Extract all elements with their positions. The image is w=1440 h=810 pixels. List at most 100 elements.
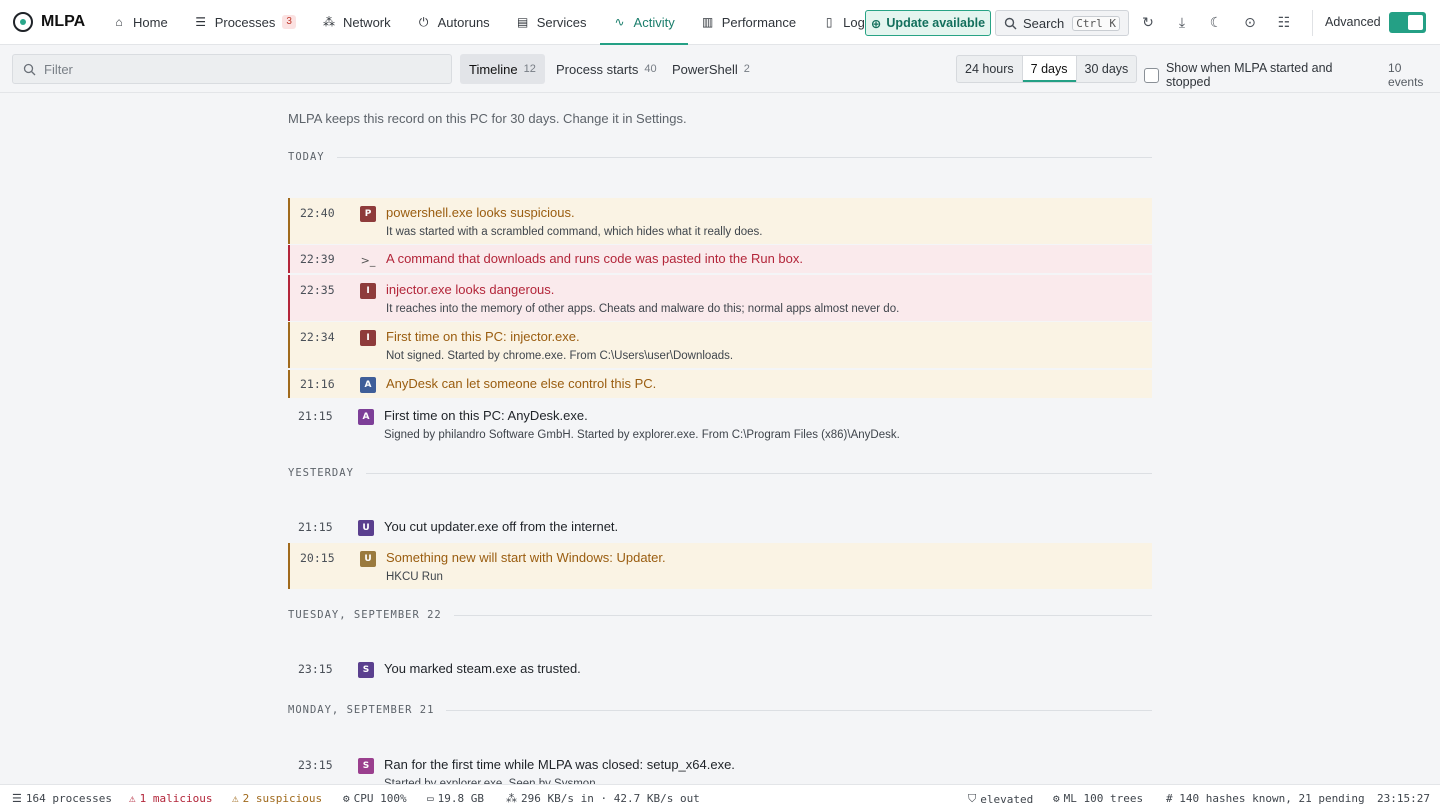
show-start-stop-toggle[interactable]: Show when MLPA started and stopped 10 ev… — [1144, 61, 1440, 89]
time-range-selector: 24 hours 7 days 30 days — [956, 55, 1138, 83]
event-time: 22:39 — [300, 252, 335, 266]
home-icon: ⌂ — [115, 15, 123, 29]
nav-services[interactable]: ▤ Services — [503, 0, 600, 44]
moon-icon[interactable]: ☾ — [1206, 12, 1226, 32]
filter-input[interactable] — [44, 61, 424, 77]
day-header: YESTERDAY — [288, 467, 1152, 479]
timeline-event[interactable]: 22:40 Ppowershell.exe looks suspicious. It… — [288, 198, 1152, 244]
day-divider — [365, 472, 1152, 474]
nav-activity[interactable]: ∿ Activity — [599, 0, 688, 45]
nav-processes[interactable]: ☰ Processes 3 — [181, 0, 309, 44]
tab-label: PowerShell — [672, 61, 738, 77]
tab-powershell[interactable]: PowerShell 2 — [663, 54, 759, 84]
advanced-toggle[interactable] — [1389, 12, 1426, 33]
clock: 23:15:27 — [1377, 792, 1430, 805]
search-button[interactable]: Search Ctrl K — [995, 10, 1129, 36]
app-icon: I — [360, 330, 376, 346]
update-label: Update available — [886, 16, 986, 30]
timeline-event[interactable]: 23:15 S Ran for the first time while MLPA … — [288, 750, 1152, 784]
memory-icon: ▭ — [427, 792, 434, 805]
timeline-event[interactable]: 22:35 Iinjector.exe looks dangerous. It re… — [288, 275, 1152, 321]
timeline-event[interactable]: 21:16 A AnyDesk can let someone else contr… — [288, 370, 1152, 398]
shield-icon: ⛉ — [968, 792, 977, 805]
terminal-icon: >_ — [360, 253, 376, 267]
cpu-usage: ⚙ CPU 100% — [343, 792, 407, 805]
event-title: First time on this PC: AnyDesk.exe. — [384, 408, 588, 423]
download-icon[interactable]: ⤓ — [1172, 12, 1192, 32]
toggle-icon[interactable]: ⊙ — [1240, 12, 1260, 32]
tab-process-starts[interactable]: Process starts 40 — [547, 54, 666, 84]
event-detail: HKCU Run — [386, 571, 443, 583]
activity-icon: ∿ — [614, 15, 625, 29]
sliders-icon[interactable]: ☷ — [1274, 12, 1294, 32]
tab-count: 12 — [523, 63, 536, 75]
event-title: powershell.exe looks suspicious. — [386, 205, 575, 220]
malicious-count[interactable]: ⚠ 1 malicious — [129, 792, 212, 805]
day-divider — [446, 709, 1152, 711]
nav-label: Network — [342, 14, 391, 30]
filter-field[interactable] — [12, 54, 452, 84]
network-throughput: ⁂ 296 KB/s in · 42.7 KB/s out — [506, 792, 700, 805]
nav-label: Activity — [633, 14, 675, 30]
day-header: TODAY — [288, 151, 1152, 163]
day-divider — [453, 614, 1152, 616]
timeline-event[interactable]: 22:34 I First time on this PC: injector.ex… — [288, 322, 1152, 368]
event-detail: Signed by philandro Software GmbH. Start… — [384, 429, 900, 441]
network-icon: ⁂ — [322, 15, 335, 29]
refresh-icon[interactable]: ↻ — [1138, 12, 1158, 32]
app-icon: P — [360, 206, 376, 222]
tab-label: Timeline — [469, 61, 518, 77]
warning-icon: ⚠ — [232, 792, 239, 805]
nav-label: Processes — [214, 14, 276, 30]
nav-label: Autoruns — [437, 14, 490, 30]
show-start-stop-checkbox[interactable] — [1144, 67, 1159, 83]
range-30-days[interactable]: 30 days — [1077, 56, 1137, 82]
event-detail: Not signed. Started by chrome.exe. From … — [386, 350, 734, 362]
event-title: AnyDesk can let someone else control thi… — [386, 376, 657, 391]
timeline-event[interactable]: 20:15 U Something new will start with Wind… — [288, 543, 1152, 589]
tab-timeline[interactable]: Timeline 12 — [460, 54, 545, 84]
timeline-event[interactable]: 22:39 >_ A command that downloads and runs… — [288, 245, 1152, 273]
network-icon: ⁂ — [506, 792, 517, 805]
event-title: Ran for the first time while MLPA was cl… — [384, 757, 735, 772]
event-time: 21:16 — [300, 377, 335, 391]
range-7-days[interactable]: 7 days — [1022, 56, 1077, 82]
timeline-event[interactable]: 21:15 U You cut updater.exe off from the i… — [288, 513, 1152, 541]
nav-performance[interactable]: ▥ Performance — [688, 0, 809, 44]
process-count-text: 164 processes — [25, 792, 112, 805]
event-time: 20:15 — [300, 551, 335, 565]
day-label: TUESDAY, SEPTEMBER 22 — [288, 609, 442, 621]
show-start-stop-label: Show when MLPA started and stopped — [1165, 61, 1333, 89]
nav-network[interactable]: ⁂ Network — [309, 0, 404, 44]
network-throughput-text: 296 KB/s in · 42.7 KB/s out — [521, 792, 700, 805]
suspicious-count-text: 2 suspicious — [242, 792, 323, 805]
brand[interactable]: MLPA — [13, 0, 85, 44]
list-icon: ☰ — [12, 792, 22, 805]
tab-count: 2 — [743, 63, 750, 75]
retention-note: MLPA keeps this record on this PC for 30… — [288, 111, 687, 126]
update-available-button[interactable]: ⊕ Update available — [865, 10, 991, 36]
nav-home[interactable]: ⌂ Home — [99, 0, 181, 44]
event-title: You marked steam.exe as trusted. — [384, 661, 581, 676]
main-nav: ⌂ Home ☰ Processes 3 ⁂ Network ⏻ Autoruns ▤ Servic… — [99, 0, 878, 45]
arrow-up-circle-icon: ⊕ — [870, 16, 882, 31]
event-title: First time on this PC: injector.exe. — [386, 329, 580, 344]
range-24-hours[interactable]: 24 hours — [957, 56, 1023, 82]
suspicious-count[interactable]: ⚠ 2 suspicious — [232, 792, 322, 805]
activity-timeline: MLPA keeps this record on this PC for 30… — [288, 93, 1152, 784]
elevation-status: ⛉ elevated — [968, 792, 1033, 806]
event-detail: It reaches into the memory of other apps… — [386, 303, 900, 315]
event-time: 21:15 — [298, 409, 333, 423]
event-count: 10 events — [1388, 61, 1424, 89]
timeline-event[interactable]: 23:15 S You marked steam.exe as trusted. — [288, 655, 1152, 683]
nav-autoruns[interactable]: ⏻ Autoruns — [404, 0, 503, 44]
event-time: 21:15 — [298, 520, 333, 534]
event-title: Something new will start with Windows: U… — [386, 550, 666, 565]
timeline-event[interactable]: 21:15 A First time on this PC: AnyDesk.exe… — [288, 401, 1152, 447]
app-icon: U — [358, 520, 374, 536]
app-icon: S — [358, 662, 374, 678]
day-label: YESTERDAY — [288, 467, 354, 479]
nav-label: Services — [536, 14, 587, 30]
memory-usage: ▭ 19.8 GB — [427, 792, 484, 805]
file-icon: ▯ — [825, 15, 833, 29]
